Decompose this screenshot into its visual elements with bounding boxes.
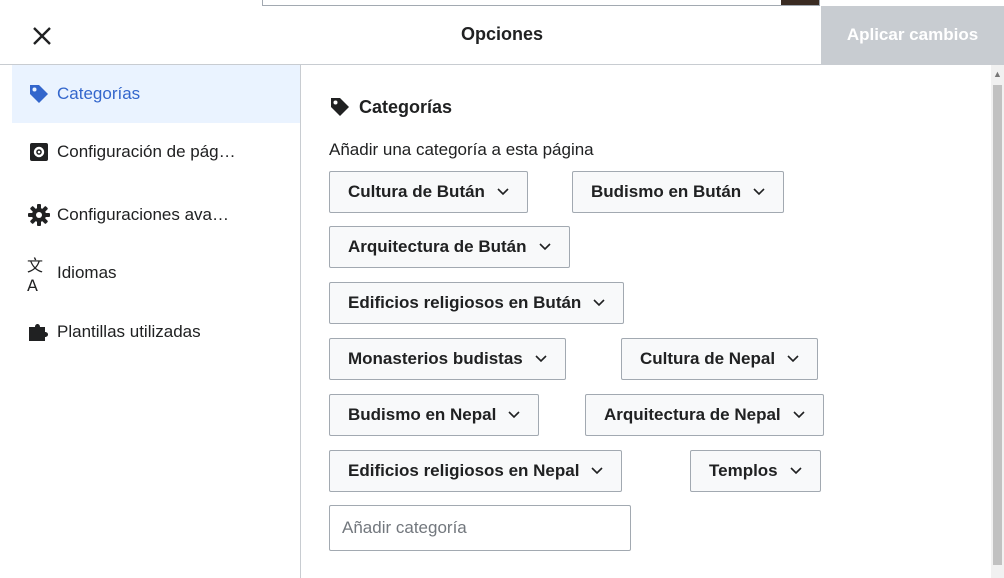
gear-icon — [27, 203, 51, 227]
chevron-down-icon — [508, 409, 520, 421]
category-chip[interactable]: Cultura de Nepal — [621, 338, 819, 380]
tag-icon — [27, 82, 51, 106]
category-chip[interactable]: Arquitectura de Bután — [329, 226, 570, 268]
category-label: Monasterios budistas — [348, 349, 523, 368]
category-label: Templos — [709, 461, 778, 480]
categories-panel: Categorías Añadir una categoría a esta p… — [301, 65, 991, 578]
category-chip[interactable]: Budismo en Nepal — [329, 394, 540, 436]
language-icon: 文A — [27, 255, 44, 295]
chevron-down-icon — [793, 409, 805, 421]
category-chip[interactable]: Budismo en Bután — [572, 171, 785, 213]
tag-icon — [329, 95, 353, 119]
section-subtitle: Añadir una categoría a esta página — [329, 140, 594, 159]
category-label: Arquitectura de Bután — [348, 237, 527, 256]
category-label: Budismo en Nepal — [348, 405, 497, 424]
sidebar-item-label: Idiomas — [57, 263, 117, 282]
sidebar-item-label: Plantillas utilizadas — [57, 322, 201, 341]
sidebar-item-label: Configuraciones ava… — [57, 205, 229, 224]
sidebar-item-advanced-settings[interactable]: Configuraciones ava… — [12, 186, 300, 244]
category-chip[interactable]: Cultura de Bután — [329, 171, 528, 213]
chevron-down-icon — [538, 241, 551, 253]
category-label: Budismo en Bután — [591, 182, 742, 201]
section-heading: Categorías — [329, 95, 452, 119]
puzzle-icon — [27, 320, 51, 344]
add-category-input[interactable] — [329, 505, 631, 551]
sidebar-item-label: Configuración de pág… — [57, 142, 236, 161]
chevron-down-icon — [591, 465, 604, 477]
sidebar-item-categories[interactable]: Categorías — [12, 65, 300, 123]
sidebar-item-languages[interactable]: 文A Idiomas — [12, 244, 300, 302]
chevron-down-icon — [535, 353, 547, 365]
category-label: Arquitectura de Nepal — [604, 405, 781, 424]
scroll-up-icon[interactable]: ▲ — [993, 69, 1002, 79]
category-label: Edificios religiosos en Nepal — [348, 461, 580, 480]
scrollbar[interactable]: ▲ — [991, 65, 1004, 578]
category-chip[interactable]: Edificios religiosos en Bután — [329, 282, 625, 324]
section-title: Categorías — [359, 96, 453, 117]
category-label: Cultura de Bután — [348, 182, 485, 201]
sidebar-item-templates[interactable]: Plantillas utilizadas — [12, 303, 300, 361]
chevron-down-icon — [787, 353, 799, 365]
dialog-header: Opciones Aplicar cambios — [0, 6, 1004, 65]
options-sidebar: Categorías Configuración de pág… Configu… — [0, 65, 301, 578]
category-label: Edificios religiosos en Bután — [348, 293, 582, 312]
chevron-down-icon — [497, 186, 509, 198]
category-chip[interactable]: Arquitectura de Nepal — [585, 394, 824, 436]
category-chip[interactable]: Edificios religiosos en Nepal — [329, 450, 623, 492]
category-chip[interactable]: Monasterios budistas — [329, 338, 566, 380]
sidebar-item-label: Categorías — [57, 84, 141, 103]
chevron-down-icon — [593, 297, 605, 309]
chevron-down-icon — [753, 186, 765, 198]
page-settings-icon — [27, 140, 51, 164]
category-label: Cultura de Nepal — [640, 349, 776, 368]
chevron-down-icon — [790, 465, 802, 477]
apply-changes-button[interactable]: Aplicar cambios — [821, 6, 1004, 64]
scrollbar-thumb[interactable] — [993, 85, 1002, 565]
category-chip[interactable]: Templos — [690, 450, 821, 492]
sidebar-item-page-settings[interactable]: Configuración de pág… — [12, 123, 300, 181]
